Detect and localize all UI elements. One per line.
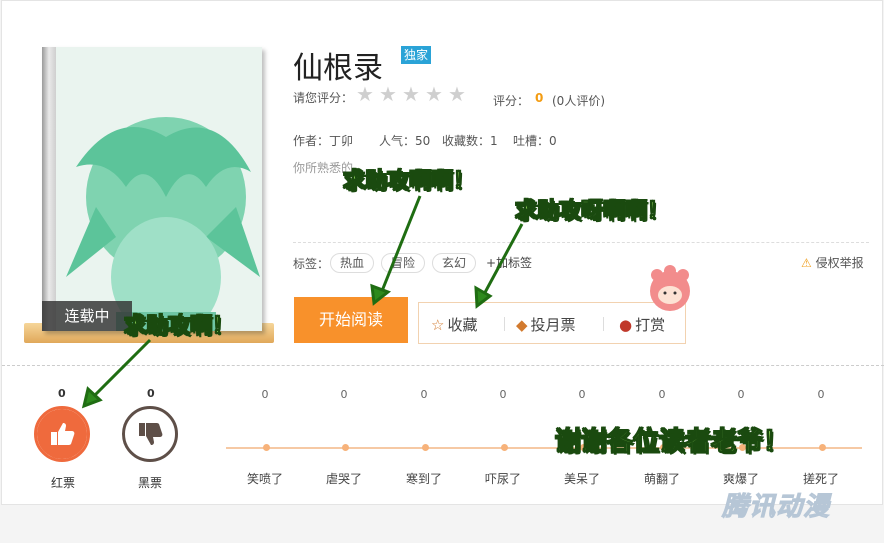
reaction-button[interactable]: 萌翻了	[632, 470, 692, 487]
collect-label: 收藏	[447, 316, 478, 334]
report-link[interactable]: ⚠ 侵权举报	[801, 254, 864, 271]
score-value: 0	[535, 91, 544, 105]
start-reading-button[interactable]: 开始阅读	[294, 297, 408, 343]
black-vote-label: 黑票	[138, 476, 163, 490]
exclusive-badge: 独家	[401, 46, 432, 64]
cover-spine	[42, 47, 56, 331]
comments-count: 吐槽：0	[513, 134, 557, 148]
star-icon[interactable]: ★	[356, 84, 375, 104]
monthly-ticket-label: 投月票	[530, 316, 576, 334]
annotation-text: 求助攻啊啊！	[342, 169, 476, 195]
rating-stars[interactable]: ★ ★ ★ ★ ★	[356, 84, 467, 104]
reaction-dot[interactable]	[501, 444, 508, 451]
reaction-button[interactable]: 爽爆了	[711, 470, 771, 487]
author[interactable]: 作者：丁卯	[293, 132, 353, 149]
reaction-count: 0	[499, 388, 507, 401]
reaction-button[interactable]: 笑喷了	[235, 470, 295, 487]
warning-icon: ⚠	[801, 256, 812, 270]
reaction-count: 0	[658, 388, 666, 401]
watermark-logo: 腾讯动漫	[721, 492, 831, 523]
separator	[603, 317, 604, 331]
popularity: 人气：50	[379, 134, 431, 148]
reaction-button[interactable]: 吓尿了	[473, 470, 533, 487]
red-vote-count: 0	[58, 387, 66, 400]
black-vote-count: 0	[147, 387, 155, 400]
red-vote-button[interactable]	[34, 406, 90, 462]
serialization-status: 连载中	[42, 301, 132, 331]
tip-label: 打赏	[635, 316, 666, 334]
book-cover[interactable]: 连载中	[42, 47, 262, 331]
reaction-dot[interactable]	[342, 444, 349, 451]
reaction-count: 0	[340, 388, 348, 401]
red-vote-label: 红票	[51, 476, 76, 490]
reaction-button[interactable]: 虐哭了	[314, 470, 374, 487]
reaction-count: 0	[261, 388, 269, 401]
cover-illustration	[56, 47, 262, 331]
star-outline-icon: ☆	[431, 316, 445, 334]
monthly-ticket-button[interactable]: ◆ 投月票	[516, 314, 576, 335]
annotation-text: 求助攻呀啊啊！	[514, 199, 670, 225]
star-icon[interactable]: ★	[448, 84, 467, 104]
tip-button[interactable]: ● 打赏	[619, 314, 665, 335]
reaction-dot[interactable]	[263, 444, 270, 451]
ticket-icon: ◆	[516, 316, 528, 334]
divider	[293, 242, 869, 243]
reaction-button[interactable]: 搓死了	[791, 470, 851, 487]
reaction-dot[interactable]	[422, 444, 429, 451]
score-label: 评分：	[493, 94, 530, 108]
score-count: (0人评价)	[552, 94, 605, 108]
reaction-count: 0	[420, 388, 428, 401]
thumbs-up-icon	[37, 409, 87, 459]
reaction-count: 0	[817, 388, 825, 401]
favorites-count: 收藏数：1	[442, 134, 498, 148]
reaction-dot[interactable]	[819, 444, 826, 451]
tag-item[interactable]: 冒险	[381, 253, 426, 273]
tag-item[interactable]: 热血	[330, 253, 375, 273]
reaction-button[interactable]: 美呆了	[552, 470, 612, 487]
add-tag-button[interactable]: +加标签	[486, 254, 532, 271]
money-bag-icon: ●	[619, 316, 633, 334]
report-label: 侵权举报	[815, 256, 864, 270]
star-icon[interactable]: ★	[402, 84, 421, 104]
mascot-icon	[650, 265, 690, 311]
reaction-button[interactable]: 寒到了	[394, 470, 454, 487]
annotation-text: 谢谢各位读者老爷！	[554, 427, 790, 458]
reaction-count: 0	[578, 388, 586, 401]
tags-label: 标签：	[293, 257, 330, 271]
black-vote-button[interactable]	[122, 406, 178, 462]
tag-item[interactable]: 玄幻	[432, 253, 477, 273]
collect-button[interactable]: ☆ 收藏	[431, 314, 477, 335]
star-icon[interactable]: ★	[379, 84, 398, 104]
reaction-count: 0	[737, 388, 745, 401]
thumbs-down-icon	[139, 423, 163, 445]
star-icon[interactable]: ★	[425, 84, 444, 104]
separator	[504, 317, 505, 331]
book-title: 仙根录	[293, 51, 383, 86]
rate-prompt: 请您评分：	[293, 91, 354, 105]
annotation-text: 求助攻啊！	[123, 314, 235, 340]
section-divider	[2, 365, 884, 366]
